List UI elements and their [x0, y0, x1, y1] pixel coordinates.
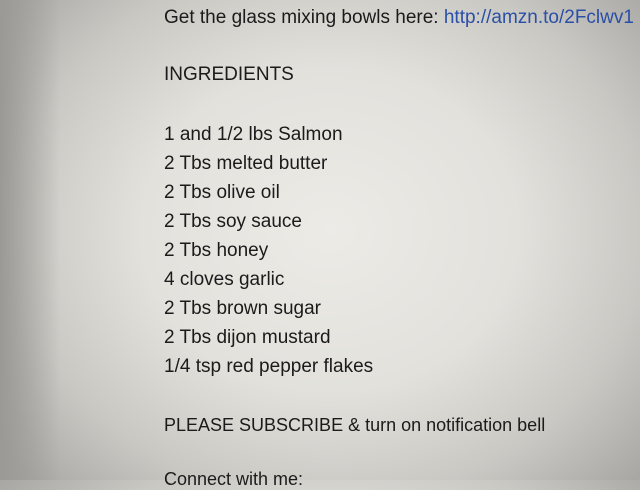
list-item: 1/4 tsp red pepper flakes [164, 356, 374, 377]
list-item: 2 Tbs brown sugar [164, 298, 322, 319]
subscribe-text: PLEASE SUBSCRIBE & turn on notification … [164, 415, 546, 435]
list-item: 4 cloves garlic [164, 269, 285, 290]
list-item: 2 Tbs dijon mustard [164, 327, 331, 348]
connect-text: Connect with me: [164, 469, 304, 489]
bowls-line: Get the glass mixing bowls here: http://… [164, 7, 634, 29]
ingredients-heading: INGREDIENTS [164, 64, 294, 85]
bowls-link[interactable]: http://amzn.to/2Fclwv1 [444, 7, 634, 28]
list-item: 2 Tbs olive oil [164, 182, 280, 203]
list-item: 2 Tbs melted butter [164, 153, 328, 174]
screen-edge-shadow [0, 0, 60, 480]
list-item: 2 Tbs soy sauce [164, 211, 303, 232]
list-item: 2 Tbs honey [164, 240, 269, 261]
ingredients-list: 1 and 1/2 lbs Salmon 2 Tbs melted butter… [164, 120, 373, 381]
bowls-text: Get the glass mixing bowls here: [164, 7, 444, 28]
list-item: 1 and 1/2 lbs Salmon [164, 124, 343, 145]
